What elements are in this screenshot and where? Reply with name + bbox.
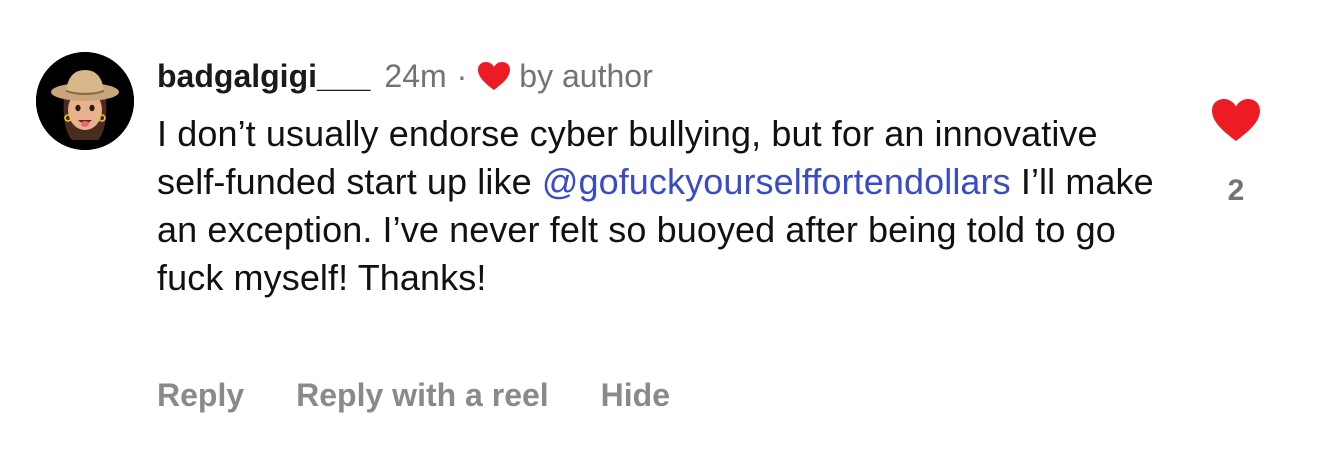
hide-button[interactable]: Hide xyxy=(601,377,670,414)
like-count: 2 xyxy=(1227,174,1245,207)
username[interactable]: badgalgigi___ xyxy=(157,58,370,95)
mention-link[interactable]: @gofuckyourselffortendollars xyxy=(542,161,1011,202)
comment-text: I don’t usually endorse cyber bullying, … xyxy=(157,110,1167,302)
heart-icon[interactable] xyxy=(1211,98,1261,142)
comment-item: badgalgigi___ 24m · by author I don’t us… xyxy=(0,0,1320,453)
like-control: 2 xyxy=(1206,98,1266,207)
timestamp: 24m xyxy=(384,57,447,94)
comment-meta: badgalgigi___ 24m · by author xyxy=(157,52,653,100)
reply-with-reel-button[interactable]: Reply with a reel xyxy=(296,377,549,414)
reply-button[interactable]: Reply xyxy=(157,377,244,414)
avatar[interactable] xyxy=(36,52,134,150)
liked-by-author-label: by author xyxy=(519,57,653,94)
comment-actions: Reply Reply with a reel Hide xyxy=(157,372,670,418)
memoji-avatar-icon xyxy=(36,52,134,150)
heart-icon xyxy=(477,61,511,91)
meta-separator: · xyxy=(456,57,468,94)
